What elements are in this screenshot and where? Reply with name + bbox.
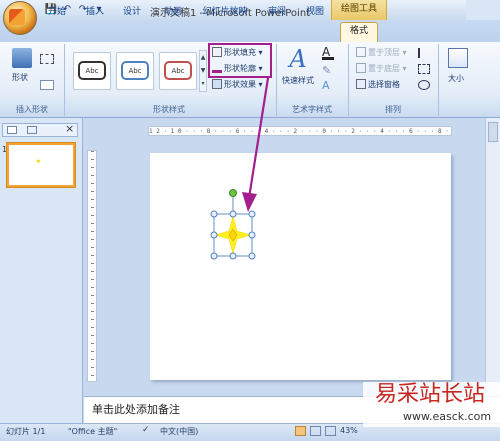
rotate-icon[interactable] (418, 80, 430, 90)
send-back-icon (356, 63, 366, 73)
group-label-wordart: 艺术字样式 (292, 105, 332, 114)
rotation-handle (229, 189, 237, 197)
effects-icon (212, 79, 222, 89)
ribbon-tab-row (0, 20, 500, 42)
notes-placeholder[interactable]: 单击此处添加备注 (92, 401, 180, 417)
bring-to-front-label: 置于顶层 (368, 48, 400, 57)
watermark-url: www.easck.com (403, 410, 492, 423)
style-preview: Abc (164, 61, 192, 80)
bring-front-icon (356, 47, 366, 57)
align-icon[interactable] (418, 48, 430, 58)
vertical-ruler (87, 150, 97, 382)
context-tab-title: 绘图工具 (331, 0, 387, 20)
quick-styles-button[interactable]: 快速样式 (282, 74, 314, 88)
text-fill-icon[interactable]: A (322, 46, 334, 60)
send-to-back-button[interactable]: 置于底层 ▾ (356, 62, 407, 76)
text-effects-icon[interactable]: A (322, 80, 334, 92)
slide-thumbnail[interactable]: ✦ (7, 143, 75, 187)
slide-sorter-icon[interactable] (310, 426, 321, 436)
tab-insert[interactable]: 插入 (80, 4, 110, 22)
slideshow-view-icon[interactable] (325, 426, 336, 436)
spellcheck-icon[interactable]: ✓ (142, 425, 150, 435)
send-to-back-label: 置于底层 (368, 64, 400, 73)
textbox-icon[interactable] (40, 80, 54, 90)
text-outline-icon[interactable]: ✎ (322, 64, 334, 77)
tab-view[interactable]: 视图 (300, 4, 330, 22)
group-label-insert-shapes: 插入形状 (16, 105, 48, 114)
tab-slideshow[interactable]: 幻灯片放映 (196, 4, 254, 22)
watermark: 易采站长站 www.easck.com (363, 382, 500, 427)
tab-design[interactable]: 设计 (117, 4, 147, 22)
shapes-icon[interactable] (12, 48, 32, 68)
style-preview: Abc (78, 61, 106, 80)
window-controls[interactable] (466, 0, 500, 20)
shape-style-3[interactable]: Abc (159, 52, 197, 90)
styles-scroll[interactable]: ▲ ▼ ▾ (199, 50, 207, 92)
selection-pane-label: 选择窗格 (368, 80, 400, 89)
selection-pane-icon (356, 79, 366, 89)
slide-canvas[interactable] (150, 153, 451, 380)
group-label-arrange: 排列 (385, 105, 401, 114)
tab-review[interactable]: 审阅 (262, 4, 292, 22)
group-divider (438, 44, 439, 116)
tab-animation[interactable]: 动画 (158, 4, 188, 22)
style-preview: Abc (121, 61, 149, 80)
status-slide-count: 幻灯片 1/1 (6, 427, 46, 436)
zoom-level[interactable]: 43% (340, 426, 358, 435)
edit-shape-icon[interactable] (40, 54, 54, 64)
scroll-thumb[interactable] (488, 122, 498, 142)
horizontal-ruler: 1 2 · 1 0 · · · 8 · · · 6 · · · 4 · · · … (148, 126, 452, 136)
shape-style-1[interactable]: Abc (73, 52, 111, 90)
outline-tab-icon[interactable] (27, 126, 37, 134)
panel-tabs[interactable]: × (2, 122, 78, 137)
office-logo-icon (9, 9, 25, 25)
status-language: 中文(中国) (160, 427, 199, 436)
shapes-button[interactable]: 形状 (12, 71, 28, 85)
size-icon[interactable] (448, 48, 468, 68)
close-panel-icon[interactable]: × (65, 122, 77, 136)
slides-tab-icon[interactable] (7, 126, 17, 134)
bring-to-front-button[interactable]: 置于顶层 ▾ (356, 46, 407, 60)
status-theme: "Office 主题" (68, 427, 118, 436)
watermark-text: 易采站长站 (375, 382, 486, 407)
selection-pane-button[interactable]: 选择窗格 (356, 78, 400, 92)
tab-home[interactable]: 开始 (40, 4, 74, 22)
thumb-star-icon: ✦ (35, 157, 42, 166)
shape-style-2[interactable]: Abc (116, 52, 154, 90)
vertical-scrollbar[interactable] (485, 118, 500, 396)
wordart-a-icon[interactable]: A (285, 46, 311, 72)
group-icon[interactable] (418, 64, 430, 74)
tab-format[interactable]: 格式 (340, 22, 378, 42)
normal-view-icon[interactable] (295, 426, 306, 436)
annotation-arrow (242, 77, 270, 212)
size-button[interactable]: 大小 (448, 72, 464, 86)
highlight-box (208, 43, 272, 78)
